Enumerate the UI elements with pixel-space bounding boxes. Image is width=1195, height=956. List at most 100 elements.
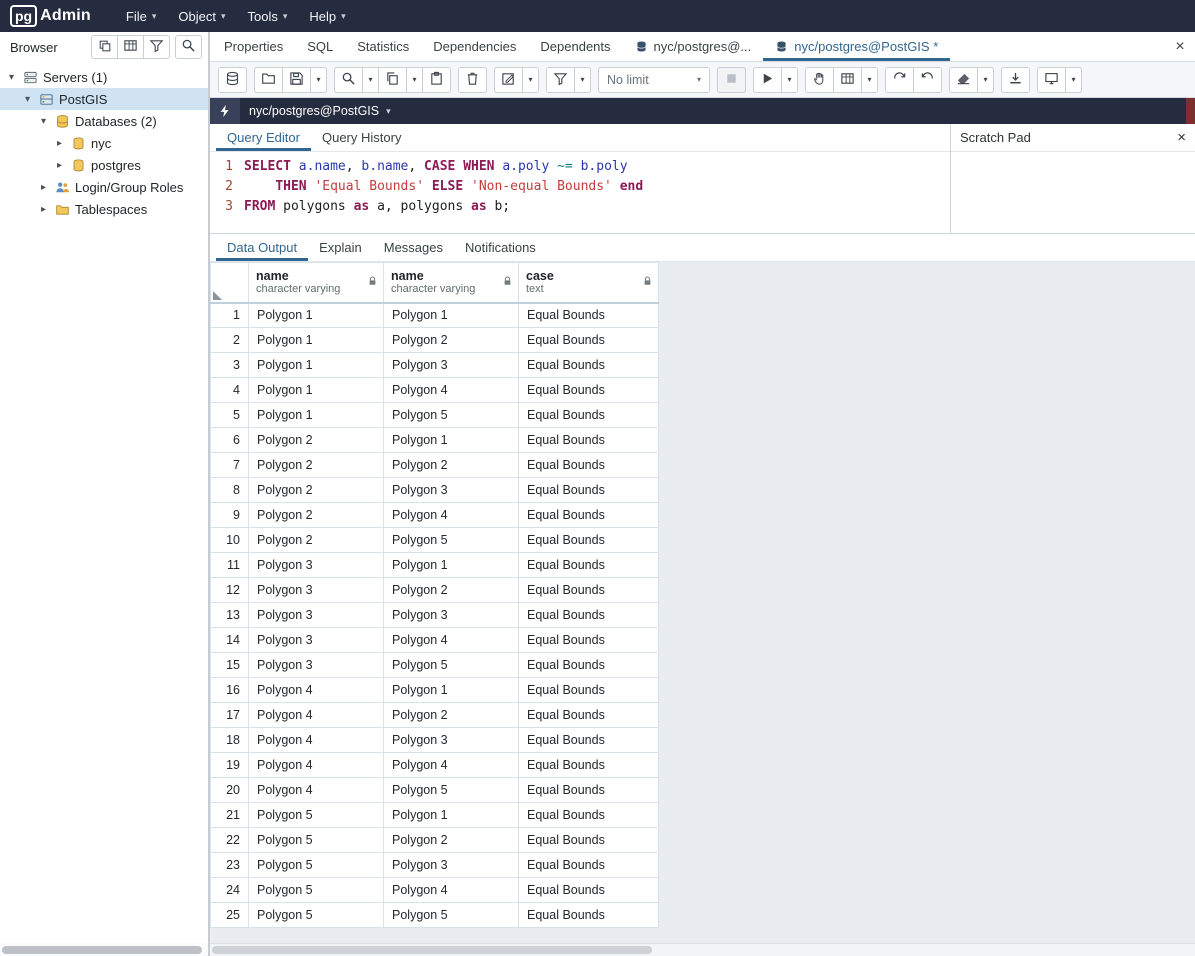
query-tool-button[interactable] bbox=[218, 67, 247, 93]
cell-case[interactable]: Equal Bounds bbox=[519, 753, 659, 778]
cell-case[interactable]: Equal Bounds bbox=[519, 778, 659, 803]
tab-notifications[interactable]: Notifications bbox=[454, 234, 547, 261]
tree-item-postgres[interactable]: ▸postgres bbox=[0, 154, 208, 176]
filter-button[interactable] bbox=[546, 67, 575, 93]
tab-explain[interactable]: Explain bbox=[308, 234, 373, 261]
cell-case[interactable]: Equal Bounds bbox=[519, 803, 659, 828]
row-number[interactable]: 6 bbox=[211, 428, 249, 453]
cell-name-a[interactable]: Polygon 3 bbox=[249, 653, 384, 678]
panels-button[interactable] bbox=[91, 35, 118, 59]
stop-button[interactable] bbox=[717, 67, 746, 93]
cell-case[interactable]: Equal Bounds bbox=[519, 478, 659, 503]
row-number[interactable]: 14 bbox=[211, 628, 249, 653]
menu-file[interactable]: File▾ bbox=[115, 0, 167, 32]
chevron-down-icon[interactable]: ▾ bbox=[38, 116, 49, 127]
row-number[interactable]: 24 bbox=[211, 878, 249, 903]
execute-button[interactable] bbox=[753, 67, 782, 93]
tab-dependencies[interactable]: Dependencies bbox=[421, 32, 528, 61]
cell-case[interactable]: Equal Bounds bbox=[519, 578, 659, 603]
tab-messages[interactable]: Messages bbox=[373, 234, 454, 261]
cell-name-a[interactable]: Polygon 2 bbox=[249, 478, 384, 503]
cell-case[interactable]: Equal Bounds bbox=[519, 653, 659, 678]
cell-case[interactable]: Equal Bounds bbox=[519, 353, 659, 378]
view-data-button[interactable] bbox=[805, 67, 834, 93]
column-header-name-1[interactable]: namecharacter varying bbox=[384, 263, 519, 303]
clear-button[interactable] bbox=[949, 67, 978, 93]
sql-editor[interactable]: 1SELECT a.name, b.name, CASE WHEN a.poly… bbox=[210, 152, 950, 233]
row-number[interactable]: 7 bbox=[211, 453, 249, 478]
cell-case[interactable]: Equal Bounds bbox=[519, 503, 659, 528]
cell-name-a[interactable]: Polygon 2 bbox=[249, 453, 384, 478]
cell-case[interactable]: Equal Bounds bbox=[519, 903, 659, 928]
find-button[interactable] bbox=[334, 67, 363, 93]
save-file-options-button[interactable]: ▾ bbox=[310, 67, 327, 93]
cell-case[interactable]: Equal Bounds bbox=[519, 628, 659, 653]
edit-options-button[interactable]: ▾ bbox=[522, 67, 539, 93]
delete-button[interactable] bbox=[458, 67, 487, 93]
cell-name-b[interactable]: Polygon 1 bbox=[384, 803, 519, 828]
grid-scrollbar-thumb[interactable] bbox=[212, 946, 652, 954]
row-number[interactable]: 8 bbox=[211, 478, 249, 503]
table-options-button[interactable] bbox=[833, 67, 862, 93]
menu-tools[interactable]: Tools▾ bbox=[236, 0, 298, 32]
open-file-button[interactable] bbox=[254, 67, 283, 93]
row-number[interactable]: 10 bbox=[211, 528, 249, 553]
select-all-corner[interactable] bbox=[211, 263, 249, 303]
cell-name-b[interactable]: Polygon 5 bbox=[384, 903, 519, 928]
tree-filter-button[interactable] bbox=[143, 35, 170, 59]
row-number[interactable]: 11 bbox=[211, 553, 249, 578]
row-number[interactable]: 18 bbox=[211, 728, 249, 753]
save-file-button[interactable] bbox=[282, 67, 311, 93]
cell-name-b[interactable]: Polygon 3 bbox=[384, 728, 519, 753]
cell-name-a[interactable]: Polygon 5 bbox=[249, 828, 384, 853]
cell-name-a[interactable]: Polygon 3 bbox=[249, 603, 384, 628]
cell-case[interactable]: Equal Bounds bbox=[519, 828, 659, 853]
cell-case[interactable]: Equal Bounds bbox=[519, 878, 659, 903]
cell-case[interactable]: Equal Bounds bbox=[519, 603, 659, 628]
tab-nyc-postgres[interactable]: nyc/postgres@... bbox=[623, 32, 764, 61]
row-number[interactable]: 21 bbox=[211, 803, 249, 828]
cell-name-b[interactable]: Polygon 5 bbox=[384, 528, 519, 553]
cell-name-b[interactable]: Polygon 5 bbox=[384, 778, 519, 803]
chevron-right-icon[interactable]: ▸ bbox=[38, 182, 49, 193]
cell-case[interactable]: Equal Bounds bbox=[519, 303, 659, 328]
cell-name-b[interactable]: Polygon 4 bbox=[384, 753, 519, 778]
cell-name-a[interactable]: Polygon 4 bbox=[249, 753, 384, 778]
cell-name-a[interactable]: Polygon 1 bbox=[249, 403, 384, 428]
chevron-down-icon[interactable]: ▾ bbox=[22, 94, 33, 105]
tree-item-login-group-roles[interactable]: ▸Login/Group Roles bbox=[0, 176, 208, 198]
cell-name-b[interactable]: Polygon 4 bbox=[384, 503, 519, 528]
row-number[interactable]: 5 bbox=[211, 403, 249, 428]
cell-name-a[interactable]: Polygon 4 bbox=[249, 778, 384, 803]
cell-case[interactable]: Equal Bounds bbox=[519, 553, 659, 578]
cell-case[interactable]: Equal Bounds bbox=[519, 328, 659, 353]
cell-case[interactable]: Equal Bounds bbox=[519, 728, 659, 753]
sidebar-horizontal-scrollbar[interactable] bbox=[0, 943, 208, 956]
cell-name-a[interactable]: Polygon 1 bbox=[249, 378, 384, 403]
cell-name-a[interactable]: Polygon 3 bbox=[249, 628, 384, 653]
row-number[interactable]: 16 bbox=[211, 678, 249, 703]
cell-name-b[interactable]: Polygon 2 bbox=[384, 703, 519, 728]
column-header-name-0[interactable]: namecharacter varying bbox=[249, 263, 384, 303]
sidebar-scrollbar-thumb[interactable] bbox=[2, 946, 202, 954]
commit-button[interactable] bbox=[885, 67, 914, 93]
cell-name-b[interactable]: Polygon 4 bbox=[384, 628, 519, 653]
cell-name-a[interactable]: Polygon 5 bbox=[249, 903, 384, 928]
macros-button[interactable] bbox=[1037, 67, 1066, 93]
cell-name-b[interactable]: Polygon 4 bbox=[384, 378, 519, 403]
grid-horizontal-scrollbar[interactable] bbox=[210, 943, 1195, 956]
tab-nyc-postgres-postgis[interactable]: nyc/postgres@PostGIS * bbox=[763, 32, 950, 61]
row-number[interactable]: 19 bbox=[211, 753, 249, 778]
clear-options-button[interactable]: ▾ bbox=[977, 67, 994, 93]
cell-name-b[interactable]: Polygon 1 bbox=[384, 303, 519, 328]
cell-name-b[interactable]: Polygon 2 bbox=[384, 578, 519, 603]
tree-item-tablespaces[interactable]: ▸Tablespaces bbox=[0, 198, 208, 220]
cell-name-a[interactable]: Polygon 3 bbox=[249, 578, 384, 603]
row-limit-select[interactable]: No limit▾ bbox=[598, 67, 710, 93]
cell-case[interactable]: Equal Bounds bbox=[519, 703, 659, 728]
tree-item-servers-1[interactable]: ▾Servers (1) bbox=[0, 66, 208, 88]
cell-case[interactable]: Equal Bounds bbox=[519, 678, 659, 703]
table-view-button[interactable] bbox=[117, 35, 144, 59]
copy-options-button[interactable]: ▾ bbox=[406, 67, 423, 93]
cell-name-a[interactable]: Polygon 3 bbox=[249, 553, 384, 578]
